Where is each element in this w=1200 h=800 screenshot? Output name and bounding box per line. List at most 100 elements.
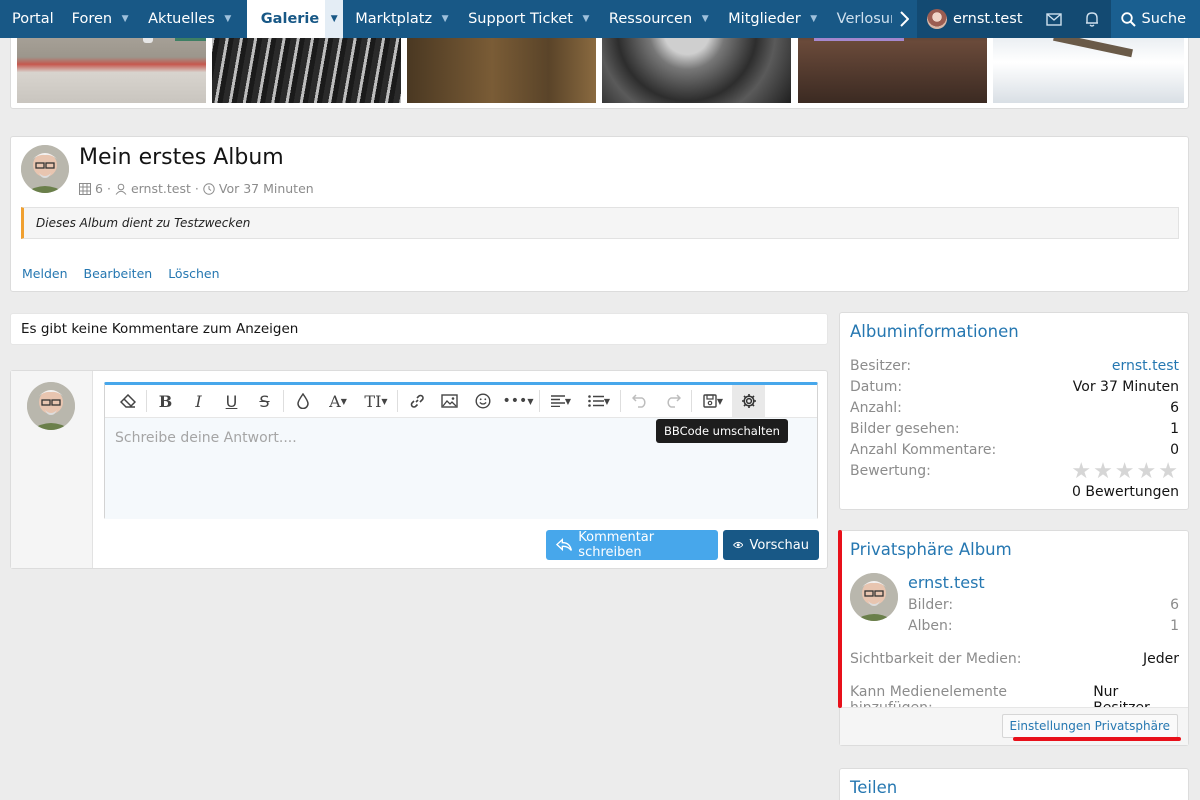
album-media-count: 6 [95,181,103,196]
preview-button[interactable]: Vorschau [723,530,819,560]
rating-stars[interactable]: ★ ★ ★ ★ ★ [1071,461,1178,483]
avatar [927,9,947,29]
album-actions: Melden Bearbeiten Löschen [22,266,220,281]
info-value: 0 [1170,442,1179,458]
toolbar-divider [283,390,284,412]
info-value: Vor 37 Minuten [1072,379,1179,395]
annotation-highlight-bar [838,530,842,708]
gear-icon[interactable] [732,385,765,417]
chevron-down-icon[interactable]: ▼ [807,0,821,38]
link-icon[interactable] [400,385,433,417]
info-label: Datum: [850,379,903,395]
drafts-icon[interactable]: ▼ [694,385,732,417]
nav-support-ticket[interactable]: Support Ticket ▼ [456,0,597,38]
info-row-owner: Besitzer: ernst.test [850,358,1179,374]
italic-icon[interactable]: I [182,385,215,417]
more-options-icon[interactable]: ••• ▼ [499,385,537,417]
image-icon[interactable] [433,385,466,417]
preview-label: Vorschau [749,537,809,553]
toolbar-divider [397,390,398,412]
toolbar-divider [539,390,540,412]
nav-aktuelles[interactable]: Aktuelles ▼ [136,0,239,38]
redo-icon[interactable] [656,385,689,417]
align-icon[interactable]: ▼ [542,385,580,417]
search-button[interactable]: Suche [1110,0,1200,38]
chevron-down-icon[interactable]: ▼ [579,0,593,38]
no-comments-message: Es gibt keine Kommentare zum Anzeigen [10,313,828,345]
rating-count: 0 Bewertungen [1071,484,1179,500]
info-label: Anzahl: [850,400,902,416]
album-info-sidebar: Albuminformationen Besitzer: ernst.test D… [839,312,1189,510]
submit-comment-button[interactable]: Kommentar schreiben [546,530,718,560]
owner-link[interactable]: ernst.test [1112,358,1179,374]
bell-icon[interactable] [1073,0,1111,38]
nav-ressourcen[interactable]: Ressourcen ▼ [597,0,716,38]
star-icon[interactable]: ★ [1158,461,1178,483]
album-title: Mein erstes Album [79,145,284,170]
search-icon [1120,11,1136,27]
undo-icon[interactable] [623,385,656,417]
chevron-down-icon[interactable]: ▼ [221,0,235,38]
avatar[interactable] [850,573,898,621]
delete-link[interactable]: Löschen [168,266,219,281]
album-meta: 6 · ernst.test · Vor 37 Minuten [79,181,314,196]
chevron-down-icon[interactable]: ▼ [325,0,344,38]
privacy-settings-button[interactable]: Einstellungen Privatsphäre [1001,714,1178,738]
album-info-title: Albuminformationen [850,322,1019,341]
nav-galerie[interactable]: Galerie ▼ [246,0,344,38]
privacy-label: Alben: [908,618,953,634]
chevron-down-icon[interactable]: ▼ [698,0,712,38]
toolbar-divider [620,390,621,412]
inbox-icon[interactable] [1035,0,1073,38]
underline-icon[interactable]: U [215,385,248,417]
submit-comment-label: Kommentar schreiben [578,530,655,560]
toolbar-divider [691,390,692,412]
rating-count-row: 0 Bewertungen [850,484,1179,500]
toolbar-divider [146,390,147,412]
privacy-value: Jeder [1143,651,1179,667]
report-link[interactable]: Melden [22,266,68,281]
share-title: Teilen [850,778,898,797]
font-size-icon[interactable]: TI ▼ [357,385,395,417]
nav-mitglieder[interactable]: Mitglieder ▼ [716,0,825,38]
star-icon[interactable]: ★ [1137,461,1157,483]
avatar[interactable] [27,382,75,430]
list-icon[interactable]: ▼ [580,385,618,417]
album-date: Vor 37 Minuten [218,181,314,196]
strikethrough-icon[interactable]: S [248,385,281,417]
nav-verlosungen[interactable]: Verlosunge [825,0,892,38]
star-icon[interactable]: ★ [1071,461,1091,483]
top-navigation: Portal Foren ▼ Aktuelles ▼ Galerie ▼ Marktp… [0,0,1200,38]
bold-icon[interactable]: B [149,385,182,417]
privacy-visibility-row: Sichtbarkeit der Medien: Jeder [850,651,1179,667]
font-family-icon[interactable]: A ▼ [319,385,357,417]
nav-portal[interactable]: Portal [0,0,60,38]
nav-label: Support Ticket [468,11,573,27]
share-sidebar: Teilen [839,768,1189,800]
star-icon[interactable]: ★ [1115,461,1135,483]
comment-avatar-column [11,371,93,568]
info-value: 1 [1170,421,1179,437]
chevron-right-icon[interactable] [892,0,917,38]
nav-marktplatz[interactable]: Marktplatz ▼ [343,0,456,38]
info-row-comments: Anzahl Kommentare: 0 [850,442,1179,458]
privacy-label: Bilder: [908,597,954,613]
star-icon[interactable]: ★ [1093,461,1113,483]
album-author-link[interactable]: ernst.test [131,181,191,196]
eraser-icon[interactable] [111,385,144,417]
color-drop-icon[interactable] [286,385,319,417]
info-row-date: Datum: Vor 37 Minuten [850,379,1179,395]
chevron-down-icon[interactable]: ▼ [118,0,132,38]
chevron-down-icon[interactable]: ▼ [438,0,452,38]
privacy-username[interactable]: ernst.test [908,573,985,592]
edit-link[interactable]: Bearbeiten [84,266,153,281]
info-row-count: Anzahl: 6 [850,400,1179,416]
nav-foren[interactable]: Foren ▼ [60,0,136,38]
info-label: Bilder gesehen: [850,421,960,437]
annotation-underline [1013,737,1181,741]
smiley-icon[interactable] [466,385,499,417]
avatar[interactable] [21,145,69,193]
nav-user-menu[interactable]: ernst.test [917,0,1035,38]
eye-icon [733,541,744,549]
nav-account-area: ernst.test Suche [917,0,1200,38]
